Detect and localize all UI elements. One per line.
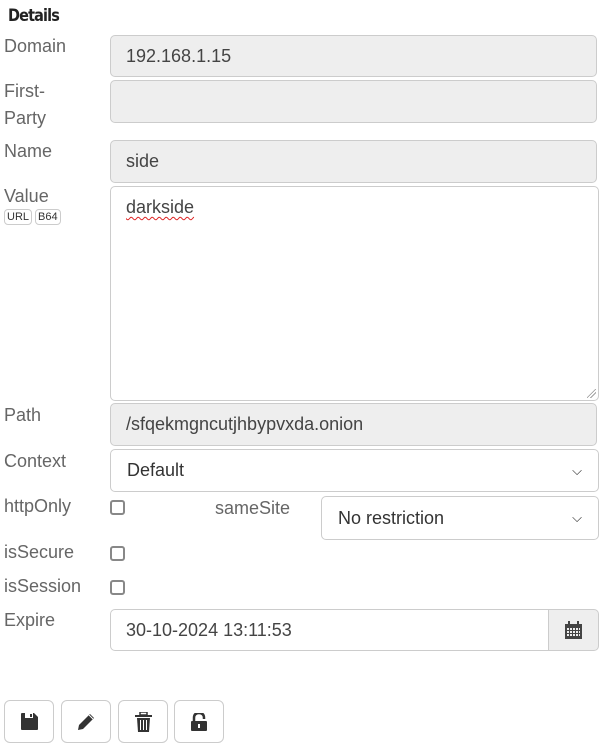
url-decode-button[interactable]: URL bbox=[4, 209, 33, 225]
name-label: Name bbox=[4, 141, 53, 161]
protect-button[interactable] bbox=[174, 700, 224, 743]
save-icon bbox=[20, 713, 38, 730]
chevron-down-icon: ⌵ bbox=[572, 462, 582, 478]
value-text: darkside bbox=[126, 197, 195, 217]
first-party-label-line1: First- bbox=[4, 81, 45, 101]
httponly-checkbox[interactable] bbox=[110, 500, 125, 515]
issession-label: isSession bbox=[4, 576, 82, 596]
domain-label: Domain bbox=[4, 36, 67, 56]
samesite-label: sameSite bbox=[215, 498, 291, 518]
trash-icon bbox=[134, 711, 152, 732]
expire-label: Expire bbox=[4, 610, 56, 630]
first-party-label: First- Party bbox=[4, 78, 46, 132]
context-select[interactable]: Default ⌵ bbox=[110, 449, 599, 492]
chevron-down-icon: ⌵ bbox=[572, 510, 582, 525]
first-party-field[interactable] bbox=[110, 80, 597, 123]
path-field[interactable]: /sfqekmgncutjhbypvxda.onion bbox=[110, 403, 597, 446]
base64-decode-button[interactable]: B64 bbox=[35, 209, 61, 225]
first-party-label-line2: Party bbox=[4, 108, 47, 128]
unlock-icon bbox=[191, 712, 207, 731]
pencil-icon bbox=[78, 713, 94, 730]
path-label: Path bbox=[4, 405, 42, 425]
issession-checkbox[interactable] bbox=[110, 580, 125, 595]
issecure-checkbox[interactable] bbox=[110, 546, 125, 561]
calendar-button[interactable] bbox=[548, 609, 599, 651]
domain-field[interactable]: 192.168.1.15 bbox=[110, 35, 597, 77]
value-label: Value bbox=[4, 186, 49, 206]
samesite-select[interactable]: No restriction ⌵ bbox=[321, 496, 599, 540]
resize-grip-icon[interactable] bbox=[587, 389, 596, 398]
save-button[interactable] bbox=[4, 700, 54, 743]
encoding-chips: URL B64 bbox=[4, 207, 64, 225]
calendar-icon bbox=[565, 621, 582, 639]
context-label: Context bbox=[4, 451, 67, 471]
context-selected: Default bbox=[127, 460, 185, 480]
edit-button[interactable] bbox=[61, 700, 111, 743]
issecure-label: isSecure bbox=[4, 542, 75, 562]
section-title: Details bbox=[8, 6, 60, 26]
name-field[interactable]: side bbox=[110, 140, 597, 183]
delete-button[interactable] bbox=[118, 700, 168, 743]
expire-input[interactable]: 30-10-2024 13:11:53 bbox=[110, 609, 549, 651]
samesite-selected: No restriction bbox=[338, 507, 445, 528]
value-textarea[interactable]: darkside bbox=[110, 186, 599, 401]
httponly-label: httpOnly bbox=[4, 496, 72, 516]
